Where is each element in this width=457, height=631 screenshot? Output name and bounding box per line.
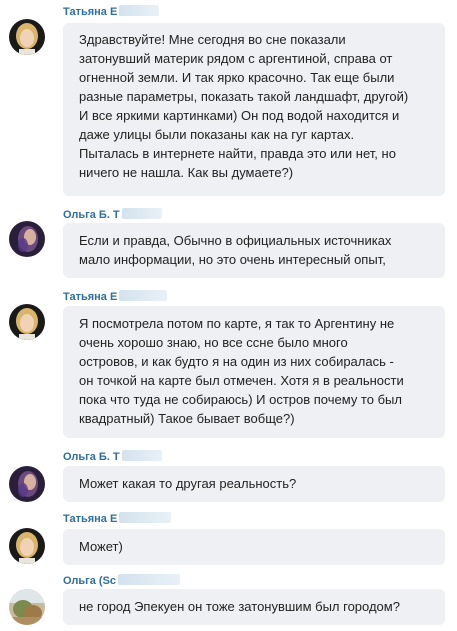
- sender-name[interactable]: Ольга Б. Т: [63, 450, 162, 464]
- avatar[interactable]: [9, 304, 45, 340]
- message-bubble: Здравствуйте! Мне сегодня во сне показал…: [63, 23, 445, 196]
- sender-name[interactable]: Татьяна Е: [63, 512, 172, 526]
- message-bubble: Может какая то другая реальность?: [63, 466, 445, 502]
- sender-name[interactable]: Ольга (Sc: [63, 574, 181, 588]
- message-bubble: Может): [63, 529, 445, 565]
- sender-name[interactable]: Татьяна Е: [63, 290, 168, 304]
- message-bubble: Я посмотрела потом по карте, я так то Ар…: [63, 306, 445, 438]
- message-bubble: не город Эпекуен он тоже затонувшим был …: [63, 589, 445, 625]
- sender-name[interactable]: Ольга Б. Т: [63, 208, 162, 222]
- avatar[interactable]: [9, 221, 45, 257]
- avatar[interactable]: [9, 19, 45, 55]
- avatar[interactable]: [9, 589, 45, 625]
- sender-name[interactable]: Татьяна Е: [63, 5, 160, 19]
- avatar[interactable]: [9, 466, 45, 502]
- message-bubble: Если и правда, Обычно в официальных исто…: [63, 223, 445, 278]
- avatar[interactable]: [9, 528, 45, 564]
